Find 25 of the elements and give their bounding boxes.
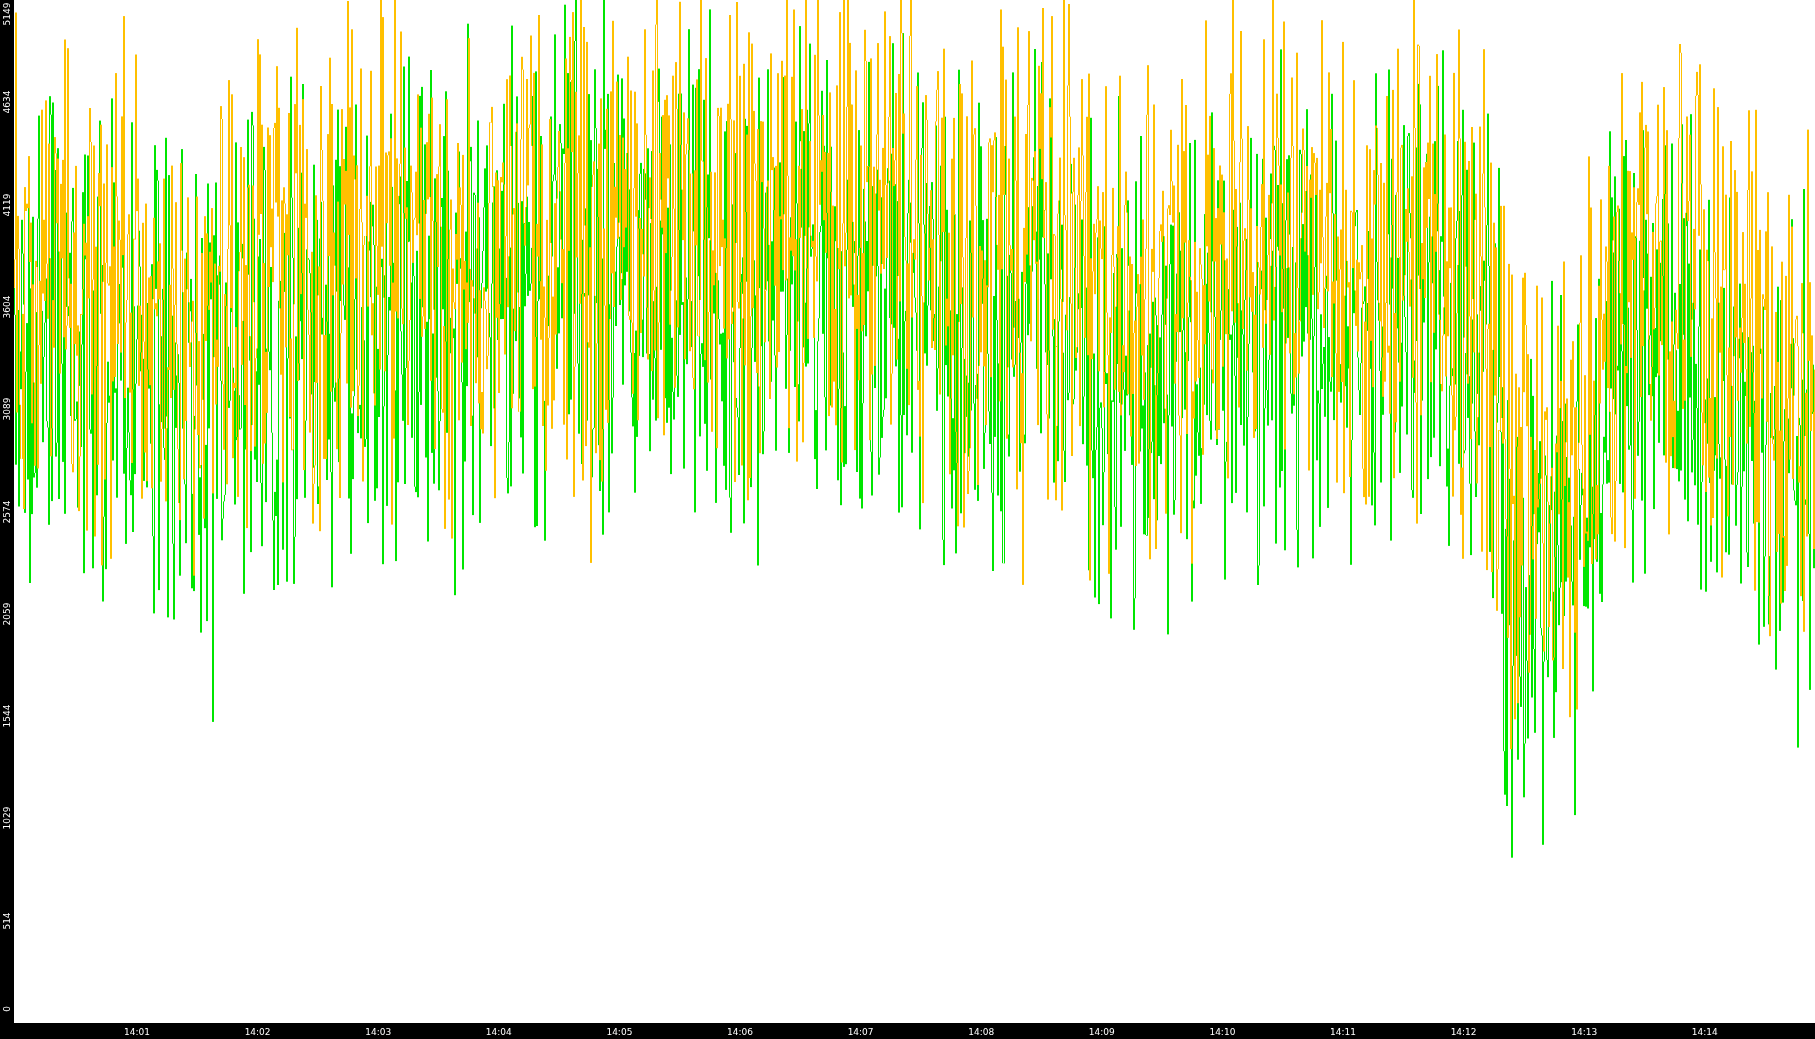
x-axis-label: 14:14 [1691,1027,1718,1038]
x-axis-label: 14:08 [968,1027,995,1038]
x-axis-label: 14:11 [1330,1027,1356,1038]
y-axis-label: 1029 [2,806,12,830]
x-axis-label: 14:09 [1088,1027,1115,1038]
x-axis-label: 14:12 [1450,1027,1477,1038]
y-axis-label: 1544 [2,704,12,728]
y-axis-label: 5149 [2,2,12,26]
x-axis-label: 14:01 [124,1027,150,1038]
y-axis-label: 3089 [2,397,12,421]
y-axis-label: 4634 [2,90,12,114]
y-axis-label: 2059 [2,602,12,626]
x-axis-label: 14:10 [1209,1027,1236,1038]
y-axis-label: 3604 [2,295,12,319]
x-axis-label: 14:05 [606,1027,633,1038]
x-axis-label: 14:03 [365,1027,392,1038]
x-axis-label: 14:07 [847,1027,874,1038]
y-axis-label: 0 [2,1006,12,1012]
y-axis-label: 514 [2,912,12,930]
x-axis-label: 14:13 [1571,1027,1598,1038]
x-axis-label: 14:04 [485,1027,512,1038]
y-axis-label: 2574 [2,500,12,523]
x-axis-label: 14:06 [727,1027,753,1038]
y-axis-label: 4119 [2,193,12,217]
x-axis-label: 14:02 [244,1027,271,1038]
